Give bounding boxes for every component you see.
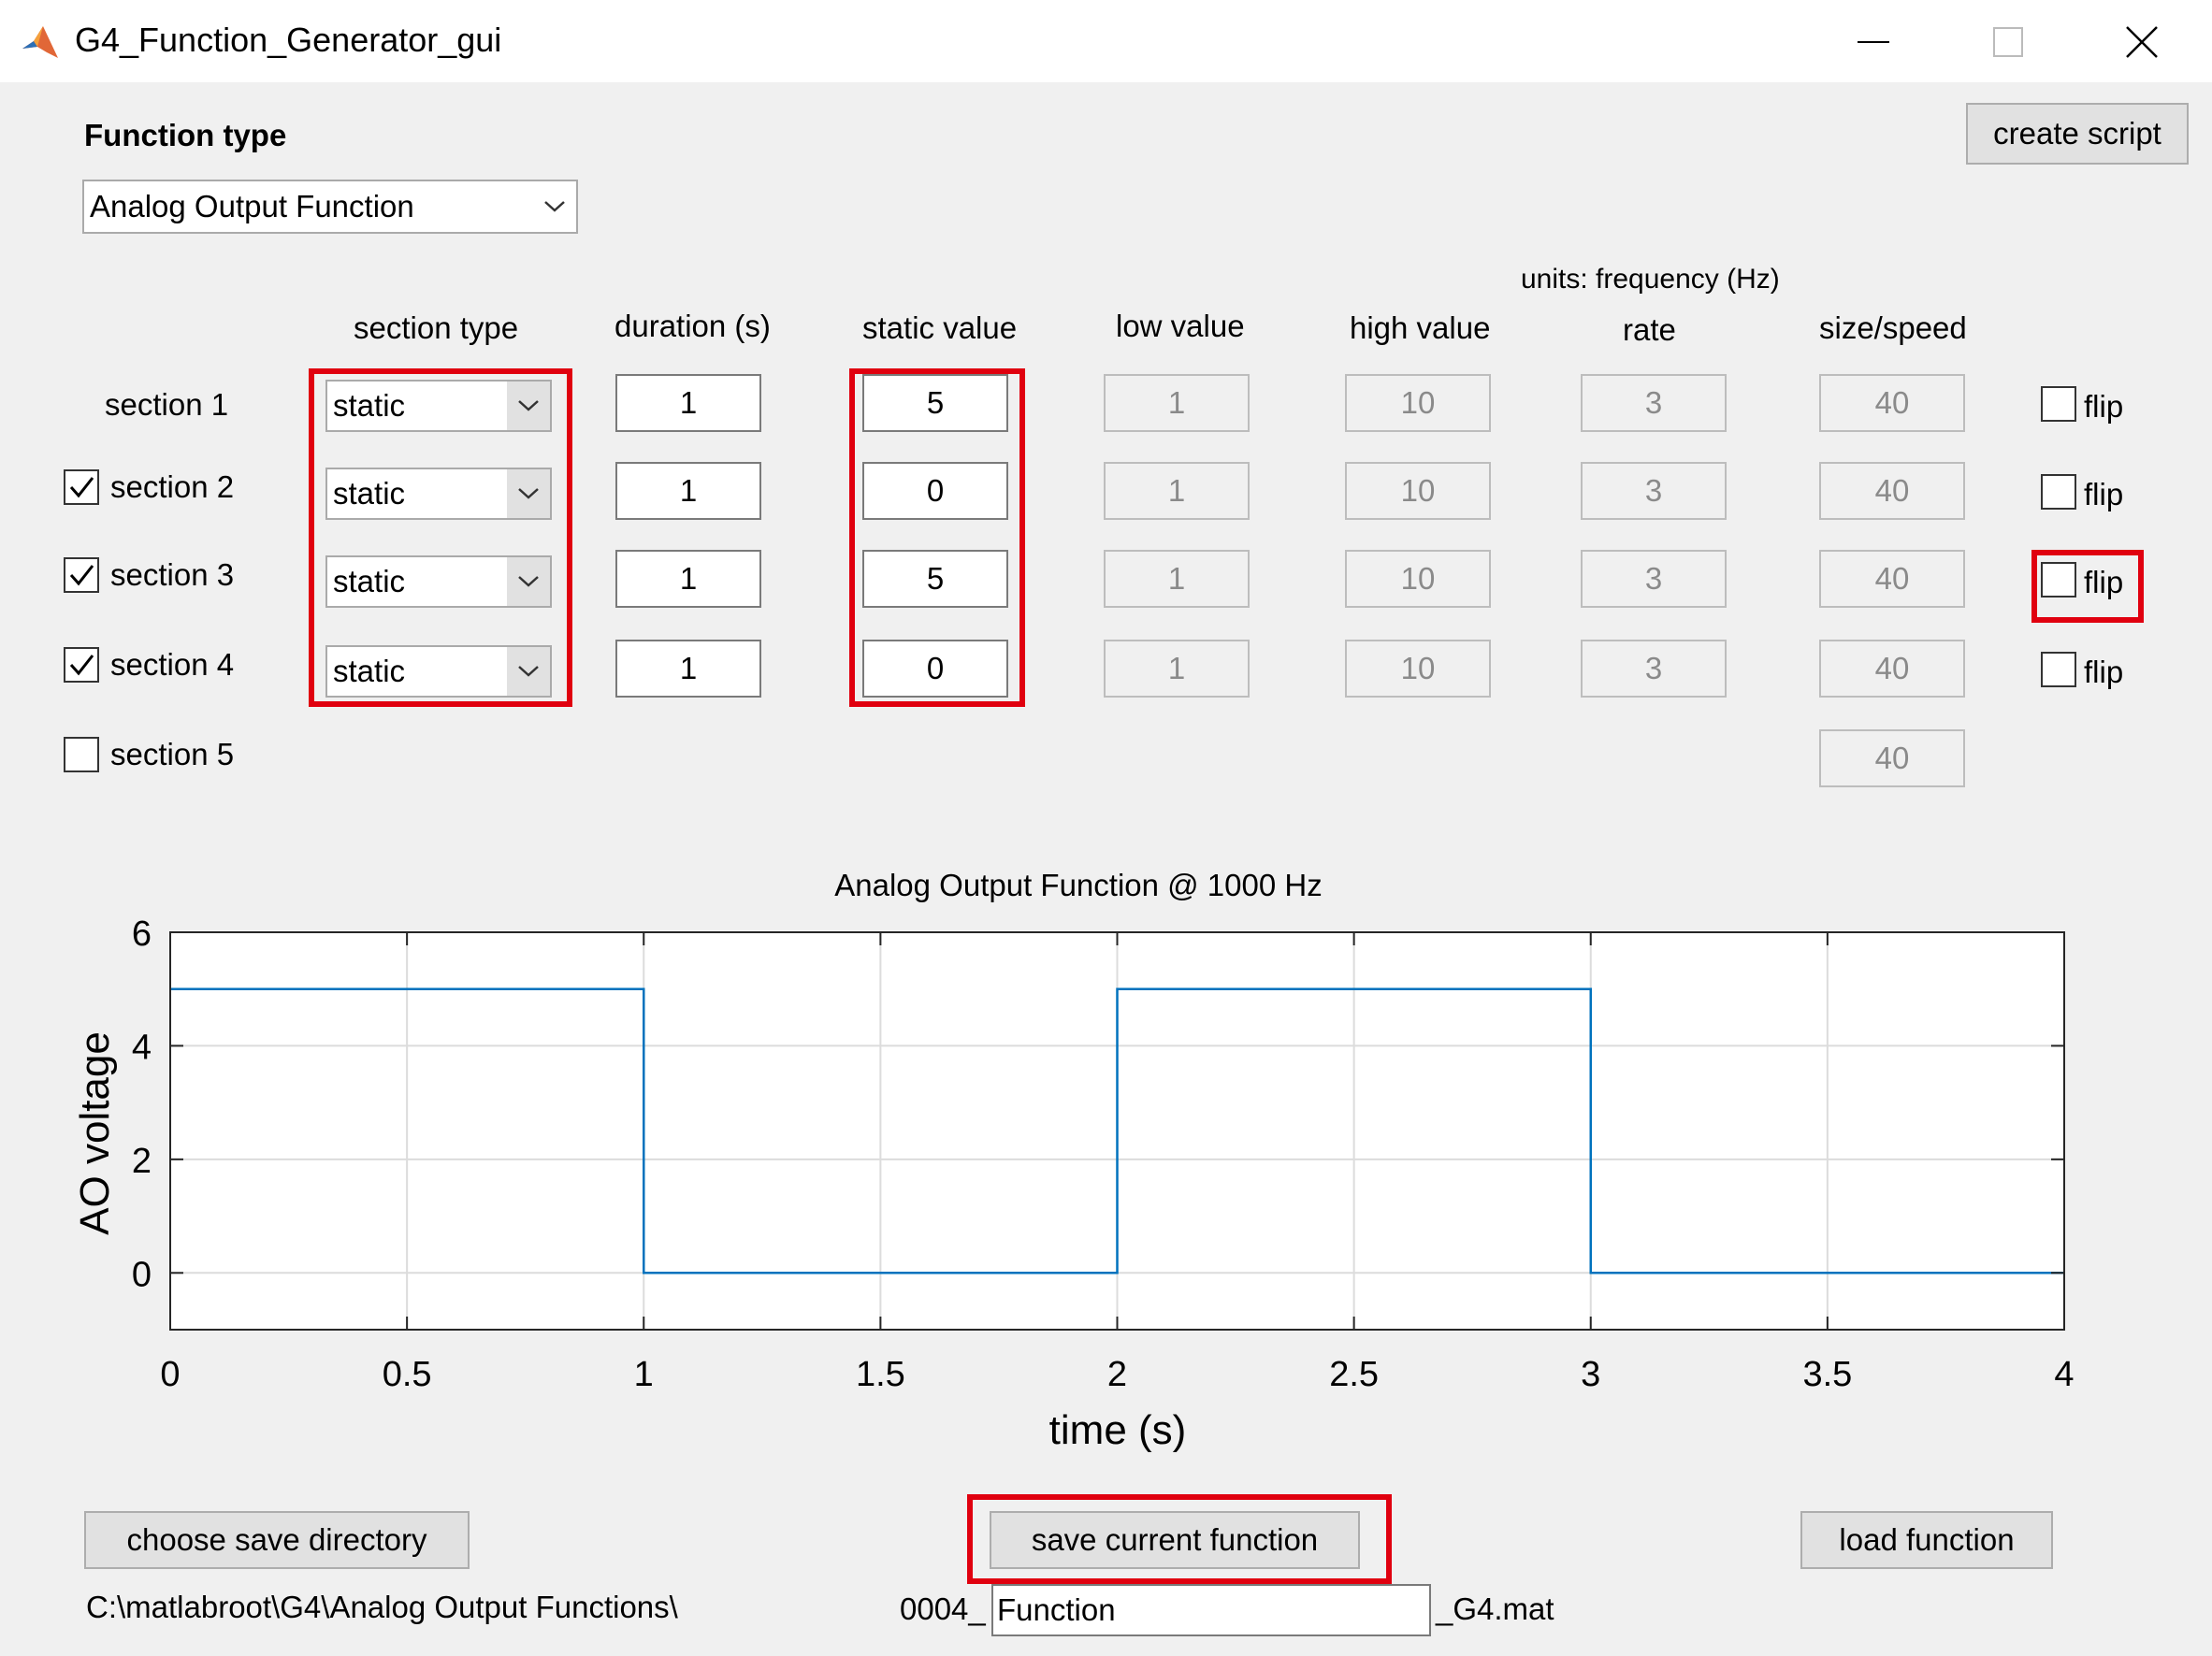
header-section-type: section type bbox=[354, 310, 519, 345]
section-1-flip-label: flip bbox=[2084, 389, 2124, 424]
file-suffix: _G4.mat bbox=[1436, 1591, 1554, 1626]
y-tick-label: 4 bbox=[132, 1028, 152, 1067]
file-prefix: 0004_ bbox=[900, 1591, 986, 1626]
checkmark-icon bbox=[65, 559, 97, 591]
x-tick-label: 1 bbox=[634, 1355, 654, 1394]
section-2-rate-input[interactable]: 3 bbox=[1581, 462, 1727, 520]
section-4-flip-label: flip bbox=[2084, 655, 2124, 689]
highlight-static-value bbox=[849, 368, 1025, 707]
header-low-value: low value bbox=[1116, 309, 1245, 343]
section-2-size-speed-input[interactable]: 40 bbox=[1819, 462, 1965, 520]
checkmark-icon bbox=[65, 471, 97, 503]
section-4-low-value-input[interactable]: 1 bbox=[1104, 640, 1250, 698]
x-tick-label: 0 bbox=[160, 1355, 180, 1394]
header-size-speed: size/speed bbox=[1819, 310, 1967, 345]
section-4-rate-input[interactable]: 3 bbox=[1581, 640, 1727, 698]
header-static-value: static value bbox=[862, 310, 1018, 345]
units-note: units: frequency (Hz) bbox=[1521, 264, 1780, 295]
highlight-flip-3 bbox=[2031, 550, 2144, 623]
section-2-label: section 2 bbox=[110, 469, 235, 504]
function-type-value: Analog Output Function bbox=[90, 189, 414, 223]
file-name-value: Function bbox=[997, 1592, 1116, 1627]
save-directory-path: C:\matlabroot\G4\Analog Output Functions… bbox=[86, 1590, 678, 1624]
checkmark-icon bbox=[65, 649, 97, 681]
section-1-duration-input[interactable]: 1 bbox=[615, 374, 761, 432]
x-tick-label: 2 bbox=[1107, 1355, 1127, 1394]
load-function-button[interactable]: load function bbox=[1800, 1511, 2053, 1569]
section-1-high-value-input[interactable]: 10 bbox=[1345, 374, 1491, 432]
function-type-dropdown[interactable]: Analog Output Function bbox=[82, 180, 578, 234]
maximize-button[interactable] bbox=[1957, 9, 2060, 75]
close-button[interactable] bbox=[2090, 9, 2193, 75]
x-tick-label: 2.5 bbox=[1329, 1355, 1379, 1394]
section-4-enable-checkbox[interactable] bbox=[64, 647, 99, 683]
chart-title: Analog Output Function @ 1000 Hz bbox=[834, 868, 1322, 902]
section-3-size-speed-input[interactable]: 40 bbox=[1819, 550, 1965, 608]
section-2-high-value-input[interactable]: 10 bbox=[1345, 462, 1491, 520]
choose-save-directory-button[interactable]: choose save directory bbox=[84, 1511, 470, 1569]
section-2-duration-input[interactable]: 1 bbox=[615, 462, 761, 520]
minimize-icon bbox=[1858, 41, 1889, 43]
x-axis-label: time (s) bbox=[1049, 1407, 1187, 1453]
maximize-icon bbox=[1993, 27, 2023, 57]
create-script-button[interactable]: create script bbox=[1966, 103, 2189, 165]
section-4-high-value-input[interactable]: 10 bbox=[1345, 640, 1491, 698]
y-tick-labels: 0 2 4 6 bbox=[132, 914, 152, 1294]
ao-voltage-chart: Analog Output Function @ 1000 Hz 0 0.5 1 1.… bbox=[72, 868, 2075, 1453]
section-5-label: section 5 bbox=[110, 737, 235, 771]
x-tick-labels: 0 0.5 1 1.5 2 2.5 3 3.5 4 bbox=[160, 1355, 2074, 1394]
section-4-label: section 4 bbox=[110, 647, 235, 682]
x-tick-label: 3.5 bbox=[1802, 1355, 1852, 1394]
chevron-down-icon bbox=[533, 181, 576, 232]
section-1-label: section 1 bbox=[105, 387, 229, 422]
window-title: G4_Function_Generator_gui bbox=[75, 21, 502, 59]
y-tick-label: 0 bbox=[132, 1255, 152, 1294]
header-rate: rate bbox=[1623, 312, 1676, 347]
section-2-enable-checkbox[interactable] bbox=[64, 469, 99, 505]
section-4-size-speed-input[interactable]: 40 bbox=[1819, 640, 1965, 698]
section-5-enable-checkbox[interactable] bbox=[64, 737, 99, 772]
x-tick-label: 4 bbox=[2054, 1355, 2074, 1394]
function-type-label: Function type bbox=[84, 118, 287, 152]
x-tick-label: 1.5 bbox=[856, 1355, 905, 1394]
header-high-value: high value bbox=[1350, 310, 1491, 345]
file-name-input[interactable]: Function bbox=[991, 1584, 1431, 1636]
section-3-label: section 3 bbox=[110, 557, 235, 592]
y-tick-label: 6 bbox=[132, 914, 152, 954]
section-3-high-value-input[interactable]: 10 bbox=[1345, 550, 1491, 608]
section-2-low-value-input[interactable]: 1 bbox=[1104, 462, 1250, 520]
section-1-size-speed-input[interactable]: 40 bbox=[1819, 374, 1965, 432]
section-5-size-speed-input[interactable]: 40 bbox=[1819, 729, 1965, 787]
function-generator-window: G4_Function_Generator_gui Function type … bbox=[0, 0, 2212, 1656]
save-current-function-button[interactable]: save current function bbox=[990, 1511, 1360, 1569]
y-axis-label: AO voltage bbox=[72, 1031, 118, 1235]
section-3-low-value-input[interactable]: 1 bbox=[1104, 550, 1250, 608]
section-3-enable-checkbox[interactable] bbox=[64, 557, 99, 593]
close-icon bbox=[2126, 26, 2158, 58]
section-2-flip-label: flip bbox=[2084, 477, 2124, 511]
section-3-rate-input[interactable]: 3 bbox=[1581, 550, 1727, 608]
x-tick-label: 3 bbox=[1581, 1355, 1600, 1394]
minimize-button[interactable] bbox=[1822, 9, 1925, 75]
section-4-flip-checkbox[interactable] bbox=[2041, 652, 2076, 687]
highlight-section-type bbox=[309, 368, 572, 707]
section-3-duration-input[interactable]: 1 bbox=[615, 550, 761, 608]
matlab-logo-icon bbox=[22, 26, 58, 58]
section-1-rate-input[interactable]: 3 bbox=[1581, 374, 1727, 432]
section-2-flip-checkbox[interactable] bbox=[2041, 474, 2076, 510]
y-tick-label: 2 bbox=[132, 1142, 152, 1181]
section-4-duration-input[interactable]: 1 bbox=[615, 640, 761, 698]
x-tick-label: 0.5 bbox=[383, 1355, 432, 1394]
header-duration: duration (s) bbox=[614, 309, 771, 343]
title-bar: G4_Function_Generator_gui bbox=[0, 0, 2212, 82]
section-1-flip-checkbox[interactable] bbox=[2041, 386, 2076, 422]
section-1-low-value-input[interactable]: 1 bbox=[1104, 374, 1250, 432]
